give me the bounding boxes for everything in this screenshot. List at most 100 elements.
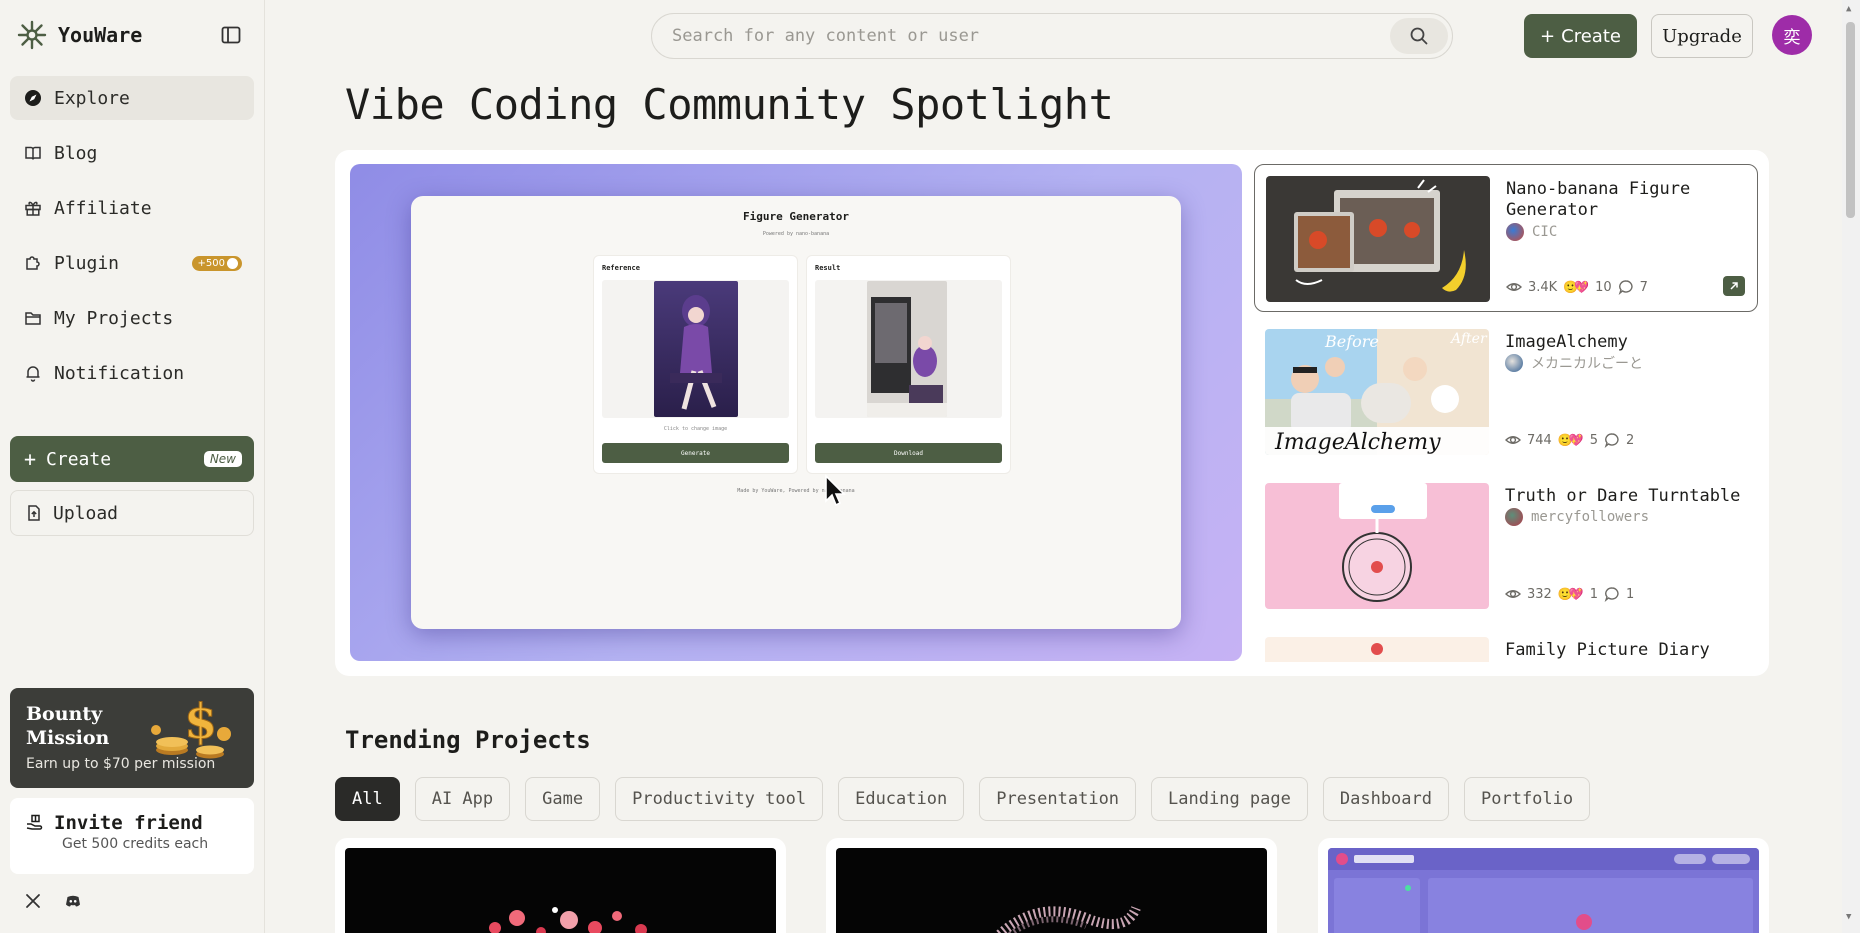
filter-chip-productivity-tool[interactable]: Productivity tool <box>615 777 824 821</box>
project-thumbnail <box>1265 483 1489 609</box>
plus-icon: + <box>1540 25 1556 47</box>
after-label: After <box>1449 331 1488 347</box>
spotlight-item[interactable]: Truth or Dare Turntable mercyfollowers 3… <box>1254 472 1758 620</box>
generate-button[interactable]: Generate <box>602 443 789 463</box>
hand-gift-icon <box>26 814 43 830</box>
sidebar-toggle-icon[interactable] <box>220 24 242 46</box>
project-card[interactable] <box>335 838 786 933</box>
project-stats: 744 🙂💖 5 2 <box>1505 431 1634 449</box>
book-icon <box>25 146 41 160</box>
invite-friend-card[interactable]: Invite friend Get 500 credits each <box>10 798 254 874</box>
page-scrollbar[interactable]: ▲ ▼ <box>1842 0 1860 933</box>
imagealchemy-thumbnail-image: Before After ImageAlchemy <box>1265 329 1489 455</box>
filter-chip-dashboard[interactable]: Dashboard <box>1322 777 1449 821</box>
comment-icon <box>1604 433 1619 448</box>
filter-chip-presentation[interactable]: Presentation <box>979 777 1137 821</box>
scroll-down-arrow-icon[interactable]: ▼ <box>1846 912 1851 922</box>
result-label: Result <box>815 264 841 272</box>
project-title: Nano-banana Figure Generator <box>1506 179 1691 220</box>
invite-subtitle: Get 500 credits each <box>62 836 209 852</box>
project-title: ImageAlchemy <box>1505 332 1628 352</box>
header-create-button[interactable]: + Create <box>1524 14 1637 58</box>
result-image-area <box>815 280 1002 418</box>
hero-app-title: Figure Generator <box>743 210 849 223</box>
new-badge: New <box>203 451 242 467</box>
svg-text:$: $ <box>184 694 217 750</box>
nav-item-notification[interactable]: Notification <box>10 351 254 395</box>
particle-art-thumbnail-image <box>345 848 776 933</box>
nav-label: Affiliate <box>54 197 152 219</box>
gift-icon <box>25 201 41 216</box>
nav-label: My Projects <box>54 307 174 329</box>
figure-generator-thumbnail-image <box>1266 176 1490 302</box>
project-author[interactable]: メカニカルごーと <box>1505 354 1643 372</box>
filter-chip-game[interactable]: Game <box>525 777 601 821</box>
nav-item-my-projects[interactable]: My Projects <box>10 296 254 340</box>
reaction-emojis-icon: 🙂💖 <box>1557 433 1584 447</box>
category-filters: All AI App Game Productivity tool Educat… <box>335 777 1591 821</box>
sidebar-upload-button[interactable]: Upload <box>10 490 254 536</box>
author-avatar <box>1505 354 1523 372</box>
filter-chip-portfolio[interactable]: Portfolio <box>1464 777 1591 821</box>
spotlight-item[interactable]: Family Picture Diary <box>1254 626 1758 662</box>
eye-icon <box>1506 283 1522 291</box>
project-card[interactable] <box>1318 838 1769 933</box>
project-card[interactable] <box>826 838 1277 933</box>
filter-chip-ai-app[interactable]: AI App <box>414 777 511 821</box>
download-button[interactable]: Download <box>815 443 1002 463</box>
nav-item-affiliate[interactable]: Affiliate <box>10 186 254 230</box>
search-icon <box>1410 27 1428 45</box>
spotlight-item[interactable]: Nano-banana Figure Generator CIC 3.4K 🙂💖… <box>1254 164 1758 312</box>
bounty-mission-card[interactable]: Bounty Mission Earn up to $70 per missio… <box>10 688 254 788</box>
arrow-up-right-icon <box>1730 282 1738 290</box>
project-title: Family Picture Diary <box>1505 640 1710 660</box>
figure-photo-image <box>867 281 947 417</box>
spotlight-hero-preview[interactable]: Figure Generator Powered by nano-banana … <box>350 164 1242 661</box>
spotlight-item[interactable]: Before After ImageAlchemy ImageAlchemy メ… <box>1254 318 1758 466</box>
bell-icon <box>26 366 40 382</box>
user-avatar[interactable]: 奕 <box>1772 15 1812 55</box>
invite-title: Invite friend <box>54 812 203 834</box>
comment-icon <box>1604 587 1619 602</box>
before-label: Before <box>1324 332 1379 351</box>
nav-item-blog[interactable]: Blog <box>10 131 254 175</box>
compass-icon <box>25 90 41 106</box>
nav-item-plugin[interactable]: Plugin +500 <box>10 241 254 285</box>
sidebar-create-button[interactable]: + Create New <box>10 436 254 482</box>
nav-item-explore[interactable]: Explore <box>10 76 254 120</box>
open-project-button[interactable] <box>1723 276 1745 296</box>
hero-app-window: Figure Generator Powered by nano-banana … <box>411 196 1181 629</box>
scroll-up-arrow-icon[interactable]: ▲ <box>1846 4 1851 14</box>
project-stats: 332 🙂💖 1 1 <box>1505 585 1634 603</box>
filter-chip-education[interactable]: Education <box>838 777 965 821</box>
picture-diary-thumbnail-image <box>1265 637 1489 662</box>
brand[interactable]: YouWare <box>16 18 142 52</box>
youware-logo-icon <box>17 20 47 50</box>
coin-icon <box>227 257 238 269</box>
discord-icon[interactable] <box>64 892 82 910</box>
nav-label: Blog <box>54 142 98 164</box>
project-author[interactable]: mercyfollowers <box>1505 508 1649 526</box>
x-twitter-icon[interactable] <box>24 892 42 910</box>
project-title: Truth or Dare Turntable <box>1505 486 1741 506</box>
project-author[interactable]: CIC <box>1506 223 1557 241</box>
reference-image-area <box>602 280 789 418</box>
upgrade-button[interactable]: Upgrade <box>1651 14 1753 58</box>
search-input[interactable] <box>672 26 1390 46</box>
plugin-credit-badge: +500 <box>191 255 242 271</box>
nav-label: Explore <box>54 87 130 109</box>
author-avatar <box>1506 223 1524 241</box>
reference-label: Reference <box>602 264 640 272</box>
filter-chip-all[interactable]: All <box>335 777 400 821</box>
filter-chip-landing-page[interactable]: Landing page <box>1151 777 1308 821</box>
sidebar: YouWare Explore Blog Affiliate Plugin +5… <box>0 0 265 933</box>
search-button[interactable] <box>1390 18 1448 54</box>
author-avatar <box>1505 508 1523 526</box>
wireframe-torus-thumbnail-image <box>836 848 1267 933</box>
spotlight-panel: Figure Generator Powered by nano-banana … <box>335 150 1769 676</box>
puzzle-icon <box>26 256 40 270</box>
scroll-thumb[interactable] <box>1846 22 1855 218</box>
dollar-coins-icon: $ <box>151 694 231 759</box>
plus-icon: + <box>24 447 37 471</box>
eye-icon <box>1505 436 1521 444</box>
